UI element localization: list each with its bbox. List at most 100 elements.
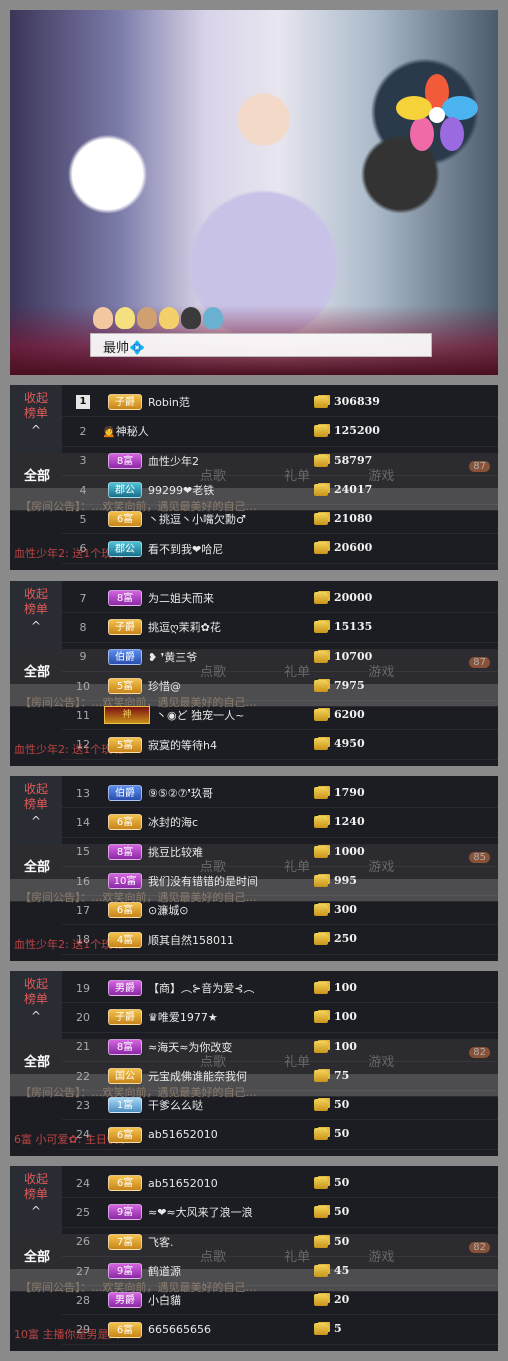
level-badge: 6富 [108,902,142,919]
user-name[interactable]: 为二姐夫而来 [148,590,308,606]
ranking-panel: 全部 点歌 礼单 游戏 87 【房间公告】：…欢笑向前，遇见最美好的自己… 血性少年… [10,581,498,766]
user-name[interactable]: 顺其自然158011 [148,932,308,948]
contribution-score: 20000 [334,591,373,604]
user-name[interactable]: 寂寞的等待h4 [148,737,308,753]
collapse-label: 收起 榜单 [23,1172,48,1201]
rank-number: 22 [76,1069,90,1083]
contribution-score: 250 [334,932,357,946]
rank-number: 6 [79,542,87,556]
collapse-ranking-button[interactable]: 收起 榜单 ^ [10,581,62,649]
collapse-ranking-button[interactable]: 收起 榜单 ^ [10,971,62,1039]
chevron-up-icon: ^ [30,814,42,828]
collapse-ranking-button[interactable]: 收起 榜单 ^ [10,1166,62,1234]
user-name[interactable]: ≈海天≈为你改变 [148,1039,308,1055]
user-name[interactable]: 鹤道源 [148,1263,308,1279]
rank-number: 13 [76,786,90,800]
level-badge: 9富 [108,1204,142,1221]
collapse-ranking-button[interactable]: 收起 榜单 ^ [10,776,62,844]
level-badge: 7富 [108,1233,142,1250]
user-name[interactable]: 665665656 [148,1323,308,1336]
user-name[interactable]: 挑豆比较难 [148,844,308,860]
user-name[interactable]: 【商】︵⊱音为爱⊰︵ [148,980,308,996]
ranking-row[interactable]: 19 男爵 【商】︵⊱音为爱⊰︵ 100 [62,974,498,1004]
ranking-row[interactable]: 2 🙍神秘人 125200 [62,417,498,447]
user-name[interactable]: 血性少年2 [148,453,308,469]
ranking-row[interactable]: 25 9富 ≈❤≈大风来了浪一浪 50 [62,1198,498,1228]
ranking-row[interactable]: 6 郡公 看不到我❤哈尼 20600 [62,534,498,564]
rank-number: 26 [76,1235,90,1249]
tab-all[interactable]: 全部 [24,856,50,875]
ranking-row[interactable]: 27 9富 鹤道源 45 [62,1257,498,1287]
ranking-row[interactable]: 15 8富 挑豆比较难 1000 [62,838,498,867]
contribution-score: 10700 [334,649,373,663]
user-name[interactable]: 丶◉ど 独宠一人~ [156,707,316,723]
rank-number: 20 [76,1010,90,1024]
ranking-row[interactable]: 28 男爵 小白貓 20 [62,1286,498,1316]
rank-number: 28 [76,1293,90,1307]
ranking-row[interactable]: 17 6富 ⊙濂城⊙ 300 [62,896,498,926]
ranking-row[interactable]: 10 5富 珍惜@ 7975 [62,672,498,702]
user-name[interactable]: 小白貓 [148,1292,308,1308]
tab-all[interactable]: 全部 [24,661,50,680]
ranking-row[interactable]: 16 10富 我们没有错错的是时间 995 [62,867,498,897]
user-name[interactable]: 冰封的海c [148,814,308,830]
ranking-row[interactable]: 11 神丶◉ど 独宠一人~ 6200 [62,701,498,731]
ranking-row[interactable]: 5 6富 丶挑逗丶小嘴欠勳♂ 21080 [62,505,498,535]
ranking-row[interactable]: 23 1富 干爹么么哒 50 [62,1091,498,1121]
user-name[interactable]: 挑逗ღ茉莉✿花 [148,619,308,635]
ranking-panel: 全部 点歌 礼单 游戏 82 【房间公告】：…欢笑向前，遇见最美好的自己… 10富 … [10,1166,498,1351]
ranking-row[interactable]: 7 8富 为二姐夫而来 20000 [62,584,498,614]
ranking-row[interactable]: 4 郡公 99299❤老铁 24017 [62,476,498,506]
user-name[interactable]: 🙍神秘人 [102,423,262,439]
contribution-score: 100 [334,1010,357,1024]
collapse-label: 收起 榜单 [23,782,48,811]
contribution-score: 20 [334,1293,350,1307]
user-name[interactable]: 看不到我❤哈尼 [148,541,308,557]
collapse-label: 收起 榜单 [23,391,48,420]
tab-all[interactable]: 全部 [24,1051,50,1070]
ranking-row[interactable]: 14 6富 冰封的海c 1240 [62,808,498,838]
user-name[interactable]: 我们没有错错的是时间 [148,873,308,889]
ranking-row[interactable]: 18 4富 顺其自然158011 250 [62,925,498,955]
user-name[interactable]: ab51652010 [148,1128,308,1141]
rank-number: 4 [79,483,87,497]
user-name[interactable]: Robin范 [148,394,308,410]
collapse-ranking-button[interactable]: 收起 榜单 ^ [10,385,62,453]
chat-bubble: 最帅💠 [90,333,432,357]
user-name[interactable]: ≈❤≈大风来了浪一浪 [148,1204,308,1220]
tab-all[interactable]: 全部 [24,1246,50,1265]
ranking-row[interactable]: 29 6富 665665656 5 [62,1315,498,1345]
user-name[interactable]: ⑨⑤②⑦❜玖哥 [148,785,308,801]
contribution-score: 995 [334,873,357,887]
user-name[interactable]: ♛唯爱1977★ [148,1009,308,1025]
user-name[interactable]: ⊙濂城⊙ [148,902,308,918]
ranking-row[interactable]: 12 5富 寂寞的等待h4 4950 [62,730,498,760]
contribution-score: 1000 [334,844,365,858]
user-name[interactable]: 珍惜@ [148,678,308,694]
ranking-row[interactable]: 26 7富 飞客. 50 [62,1228,498,1257]
ranking-row[interactable]: 8 子爵 挑逗ღ茉莉✿花 15135 [62,613,498,643]
ranking-row[interactable]: 21 8富 ≈海天≈为你改变 100 [62,1033,498,1062]
ranking-row[interactable]: 24 6富 ab51652010 50 [62,1169,498,1199]
level-badge: 8富 [108,1038,142,1055]
contribution-score: 1240 [334,815,365,829]
ranking-row[interactable]: 20 子爵 ♛唯爱1977★ 100 [62,1003,498,1033]
ranking-row[interactable]: 24 6富 ab51652010 50 [62,1120,498,1150]
ranking-row[interactable]: 9 伯爵 ❥ ❜黄三爷 10700 [62,643,498,672]
user-name[interactable]: 99299❤老铁 [148,482,308,498]
ranking-row[interactable]: 3 8富 血性少年2 58797 [62,447,498,476]
coin-icon [314,874,328,887]
ranking-row[interactable]: 13 伯爵 ⑨⑤②⑦❜玖哥 1790 [62,779,498,809]
ranking-row[interactable]: 22 国公 元宝成佛谁能奈我何 75 [62,1062,498,1092]
user-name[interactable]: 飞客. [148,1234,308,1250]
tab-all[interactable]: 全部 [24,465,50,484]
user-name[interactable]: 元宝成佛谁能奈我何 [148,1068,308,1084]
ranking-row[interactable]: 1 子爵 Robin范 306839 [62,388,498,418]
user-name[interactable]: ab51652010 [148,1177,308,1190]
level-badge: 子爵 [108,619,142,636]
contribution-score: 6200 [334,708,365,722]
user-name[interactable]: ❥ ❜黄三爷 [148,649,308,665]
live-video: 最帅💠 [10,10,498,375]
user-name[interactable]: 丶挑逗丶小嘴欠勳♂ [148,511,308,527]
user-name[interactable]: 干爹么么哒 [148,1097,308,1113]
